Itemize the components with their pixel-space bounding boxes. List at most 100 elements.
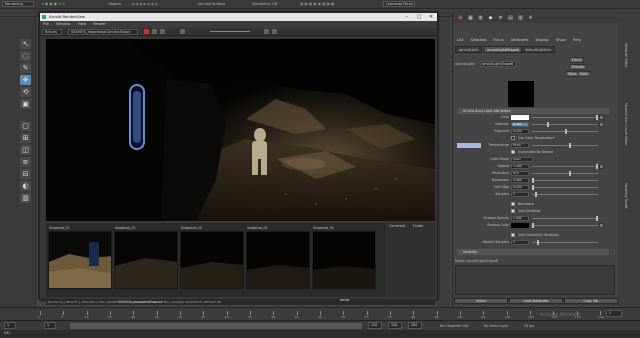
rotate-tool-icon[interactable]: ⟲ bbox=[20, 87, 31, 97]
refresh-icon[interactable] bbox=[152, 29, 157, 34]
menu-view[interactable]: View bbox=[78, 22, 87, 26]
four-view-icon[interactable]: ⊞ bbox=[20, 133, 31, 143]
anim-layer-dropdown[interactable]: No Anim Layer bbox=[484, 324, 508, 328]
maximize-icon[interactable]: □ bbox=[413, 13, 425, 21]
fps-dropdown[interactable]: 24 fps bbox=[524, 324, 534, 328]
move-tool-icon[interactable]: ✥ bbox=[20, 75, 31, 85]
spread-slider-knob[interactable] bbox=[596, 164, 598, 169]
exposure-field[interactable]: 0.000 bbox=[511, 129, 529, 134]
renderview-titlebar[interactable]: Arnold RenderView – □ ✕ bbox=[40, 13, 437, 21]
menu-render[interactable]: Render bbox=[93, 22, 106, 26]
no-live-surface-label[interactable]: No Live Surface bbox=[198, 2, 225, 6]
objects-label[interactable]: Objects bbox=[108, 2, 121, 6]
roundness-field[interactable]: 0.000 bbox=[511, 178, 529, 183]
light-shape-dropdown[interactable]: quad bbox=[511, 157, 533, 162]
menu-attributes[interactable]: Attributes bbox=[511, 38, 529, 42]
resolution-field[interactable]: 512 bbox=[511, 171, 529, 176]
shadow-density-slider-knob[interactable] bbox=[596, 216, 598, 221]
channel-icon[interactable] bbox=[180, 29, 185, 34]
illuminates-checkbox[interactable] bbox=[511, 150, 515, 154]
snapshot-thumb[interactable]: Snapshot_04 bbox=[246, 225, 310, 289]
map-button[interactable] bbox=[599, 115, 604, 120]
intensity-slider[interactable] bbox=[532, 124, 598, 125]
cast-shadows-checkbox[interactable] bbox=[511, 209, 515, 213]
shadow-density-field[interactable]: 1.000 bbox=[511, 216, 529, 221]
range-end-field[interactable]: 120 bbox=[368, 322, 382, 329]
color-slider[interactable] bbox=[532, 117, 598, 118]
roundness-slider-knob[interactable] bbox=[532, 178, 534, 183]
outliner-icon[interactable]: ≡ bbox=[20, 157, 31, 167]
graph-view-icon[interactable]: ⊟ bbox=[20, 169, 31, 179]
color-swatch[interactable] bbox=[511, 115, 529, 120]
focus-button[interactable]: Focus bbox=[569, 57, 585, 63]
tab-arnoldlightshape6[interactable]: arnoldLightShape6 bbox=[483, 46, 523, 53]
shadow-color-slider-knob[interactable] bbox=[532, 223, 534, 228]
node-icon[interactable]: ◆ bbox=[487, 15, 494, 21]
camera-dropdown[interactable]: SEAMOS_moonbaseCameraShape bbox=[68, 29, 138, 35]
tab-attribute-editor[interactable]: Attribute Editor bbox=[624, 43, 628, 68]
tab-arnoldlight[interactable]: arnoldLight bbox=[455, 46, 483, 53]
layout-icon[interactable]: ▥ bbox=[20, 193, 31, 203]
anim-start-field[interactable]: 1 bbox=[4, 322, 16, 329]
layout-icon[interactable]: ▥ bbox=[517, 15, 524, 21]
temperature-slider[interactable] bbox=[532, 145, 598, 146]
map-button[interactable] bbox=[599, 223, 604, 228]
exposure-slider-knob[interactable] bbox=[565, 129, 567, 134]
tab-defaultlightset[interactable]: defaultLightSet bbox=[521, 46, 555, 53]
use-temperature-checkbox[interactable] bbox=[511, 136, 515, 140]
select-tool-icon[interactable]: ↖ bbox=[20, 39, 31, 49]
notes-textarea[interactable] bbox=[455, 265, 615, 295]
tab-channel-box[interactable]: Channel Box / Layer Editor bbox=[624, 103, 628, 145]
menu-selected[interactable]: Selected bbox=[470, 38, 486, 42]
symmetry-label[interactable]: Symmetry: Off bbox=[252, 2, 277, 6]
menu-focus[interactable]: Focus bbox=[493, 38, 503, 42]
snapshot-icon[interactable] bbox=[264, 29, 269, 34]
render-image[interactable] bbox=[46, 39, 435, 221]
menu-file[interactable]: File bbox=[43, 22, 49, 26]
soft-edge-slider[interactable] bbox=[532, 187, 598, 188]
menu-icons[interactable]: ▾ ▣ ▣ ▣ ⟲ ⟳ bbox=[42, 2, 65, 6]
lasso-tool-icon[interactable]: ◌ bbox=[20, 51, 31, 61]
tab-comment[interactable]: Comment bbox=[389, 224, 405, 229]
snap-icons[interactable]: ◈ ◈ ◈ ◈ ◈ ◈ ◈ bbox=[132, 2, 158, 6]
minimize-icon[interactable]: – bbox=[401, 13, 413, 21]
anim-end-field[interactable]: 120 bbox=[388, 322, 402, 329]
shadow-color-swatch[interactable] bbox=[511, 223, 529, 228]
character-set-dropdown[interactable]: No Character Set bbox=[440, 324, 468, 328]
outliner-icon[interactable]: ▤ bbox=[507, 15, 514, 21]
intensity-slider-knob[interactable] bbox=[547, 122, 549, 127]
node-name-field[interactable]: arnoldLightShape6 bbox=[480, 61, 516, 67]
spread-field[interactable]: 1.000 bbox=[511, 164, 529, 169]
volume-samples-field[interactable]: 2 bbox=[511, 240, 529, 245]
map-button[interactable] bbox=[599, 122, 604, 127]
stop-render-icon[interactable] bbox=[144, 29, 149, 34]
snapshot-thumb[interactable]: Snapshot_05 bbox=[312, 225, 376, 289]
close-icon[interactable]: ✕ bbox=[425, 13, 437, 21]
snapshot-thumb[interactable]: Snapshot_01 bbox=[48, 225, 112, 289]
resolution-slider[interactable] bbox=[532, 173, 598, 174]
menu-show[interactable]: Show bbox=[556, 38, 566, 42]
presets-button[interactable]: Presets bbox=[569, 64, 587, 70]
current-frame-field[interactable]: 1 bbox=[606, 310, 622, 317]
exposure-slider[interactable] bbox=[210, 31, 250, 32]
copy-tab-button[interactable]: Copy Tab bbox=[564, 298, 618, 304]
section-visibility[interactable]: Visibility bbox=[457, 249, 609, 255]
hide-button[interactable]: Hide bbox=[577, 71, 591, 77]
user-dropdown[interactable]: Leonardo Marin bbox=[383, 1, 415, 7]
map-button[interactable] bbox=[599, 164, 604, 169]
tab-folder[interactable]: Folder bbox=[413, 224, 423, 229]
resolution-slider-knob[interactable] bbox=[569, 171, 571, 176]
color-slider-knob[interactable] bbox=[596, 115, 598, 120]
pin-icon[interactable]: ◉ bbox=[457, 15, 464, 21]
shadow-color-slider[interactable] bbox=[532, 225, 598, 226]
grid-icon[interactable]: ▦ bbox=[467, 15, 474, 21]
intensity-field[interactable]: 6.000 bbox=[511, 122, 529, 127]
hypershade-icon[interactable]: ◐ bbox=[20, 181, 31, 191]
menu-window[interactable]: Window bbox=[56, 22, 70, 26]
sphere-icon[interactable]: ◍ bbox=[477, 15, 484, 21]
snapshot-thumb[interactable]: Snapshot_02 bbox=[114, 225, 178, 289]
normalize-checkbox[interactable] bbox=[511, 202, 515, 206]
snapshot-thumb[interactable]: Snapshot_03 bbox=[180, 225, 244, 289]
workspace-dropdown[interactable]: Rendering bbox=[2, 1, 34, 7]
menu-help[interactable]: Help bbox=[573, 38, 581, 42]
